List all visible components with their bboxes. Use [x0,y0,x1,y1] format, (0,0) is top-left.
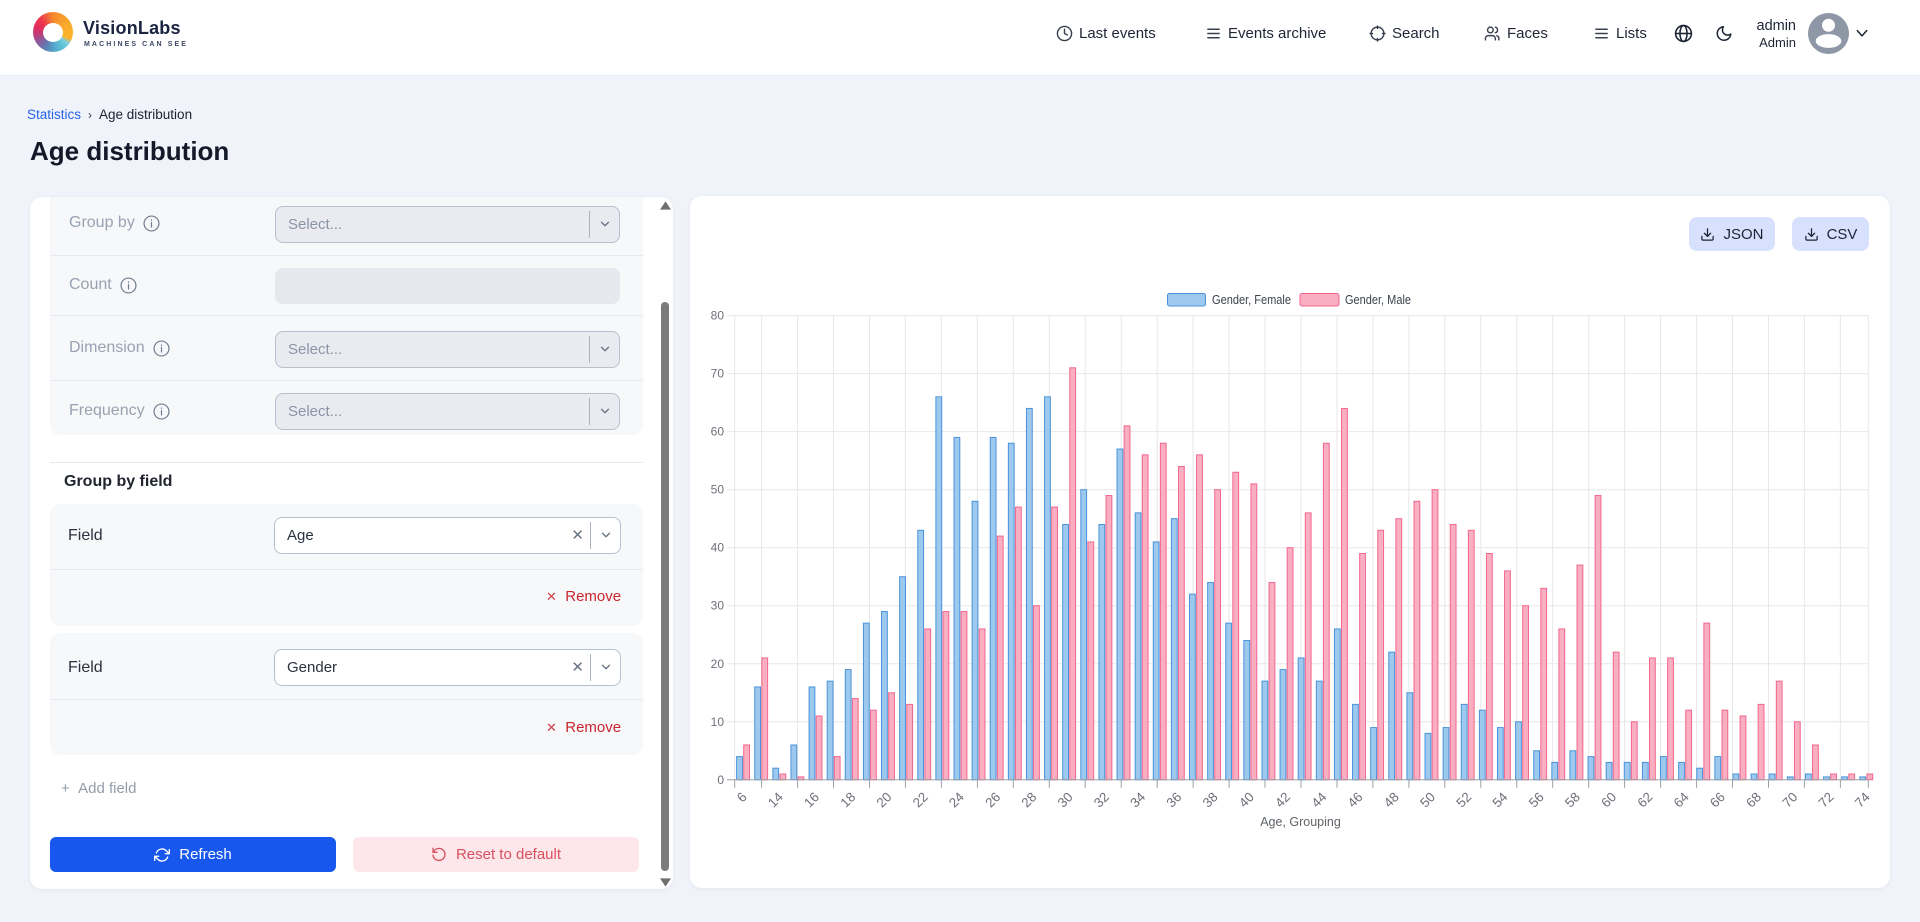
svg-text:54: 54 [1489,789,1510,810]
svg-text:16: 16 [801,789,822,810]
svg-text:46: 46 [1345,789,1366,810]
svg-text:70: 70 [1779,789,1800,810]
svg-text:30: 30 [1055,789,1076,810]
svg-text:64: 64 [1671,789,1692,810]
svg-text:80: 80 [711,309,725,323]
svg-text:Age, Grouping: Age, Grouping [1260,815,1341,829]
svg-text:24: 24 [946,789,967,810]
svg-text:36: 36 [1163,789,1184,810]
svg-text:70: 70 [711,367,725,381]
svg-text:14: 14 [765,789,786,810]
svg-text:60: 60 [711,425,725,439]
svg-text:26: 26 [982,789,1003,810]
svg-text:0: 0 [717,773,724,787]
svg-text:Gender, Male: Gender, Male [1345,292,1411,307]
svg-text:74: 74 [1852,789,1873,810]
svg-text:66: 66 [1707,789,1728,810]
svg-text:58: 58 [1562,789,1583,810]
svg-text:22: 22 [910,789,931,810]
svg-text:30: 30 [711,599,725,613]
svg-text:10: 10 [711,715,725,729]
svg-text:18: 18 [837,789,858,810]
svg-text:Gender, Female: Gender, Female [1212,292,1291,307]
svg-text:42: 42 [1272,789,1293,810]
svg-text:68: 68 [1743,789,1764,810]
svg-text:6: 6 [734,789,750,805]
svg-text:62: 62 [1634,789,1655,810]
svg-text:72: 72 [1816,789,1837,810]
svg-text:56: 56 [1526,789,1547,810]
svg-text:52: 52 [1453,789,1474,810]
svg-text:40: 40 [1236,789,1257,810]
svg-text:20: 20 [874,789,895,810]
svg-text:50: 50 [1417,789,1438,810]
svg-text:60: 60 [1598,789,1619,810]
svg-text:44: 44 [1308,789,1329,810]
svg-text:28: 28 [1018,789,1039,810]
svg-text:38: 38 [1200,789,1221,810]
svg-text:50: 50 [711,483,725,497]
svg-text:20: 20 [711,657,725,671]
svg-text:48: 48 [1381,789,1402,810]
svg-text:34: 34 [1127,789,1148,810]
svg-text:40: 40 [711,541,725,555]
svg-text:32: 32 [1091,789,1112,810]
